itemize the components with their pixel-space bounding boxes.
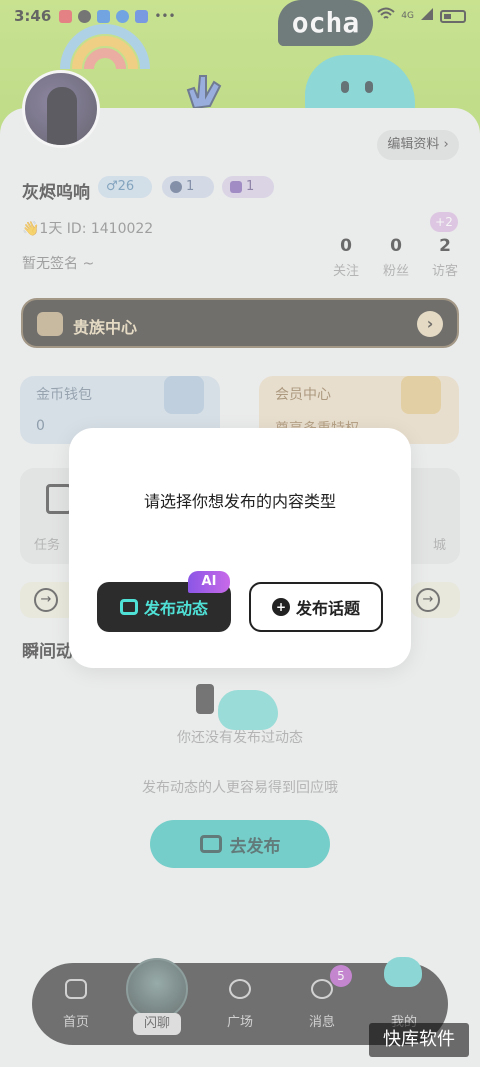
ai-badge: AI	[188, 571, 230, 593]
post-topic-label: 发布话题	[295, 599, 360, 618]
topic-bubble-icon: +	[271, 598, 290, 616]
dialog-prompt: 请选择你想发布的内容类型	[143, 492, 336, 511]
post-topic-button[interactable]: + 发布话题	[249, 582, 383, 632]
watermark: 快库软件	[369, 1023, 469, 1057]
publish-type-dialog: 请选择你想发布的内容类型 发布动态 AI + 发布话题	[69, 428, 411, 668]
post-dynamic-label: 发布动态	[143, 599, 208, 618]
camera-icon	[119, 599, 138, 615]
